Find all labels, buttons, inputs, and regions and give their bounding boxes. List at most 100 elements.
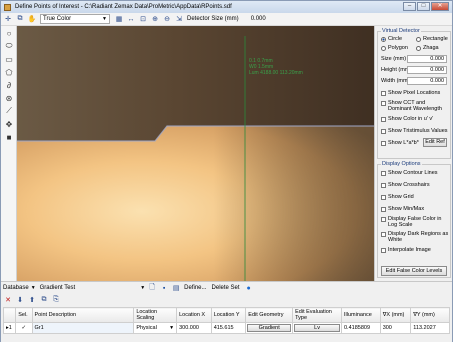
edit-ref-button[interactable]: Edit Ref [423,138,447,147]
fit-width-icon[interactable]: ↔ [126,14,136,24]
close-button[interactable]: ✕ [431,2,449,11]
col-point-description[interactable]: Point Description [31,307,135,323]
height-input[interactable]: 0.000 [407,66,447,74]
color-mode-select[interactable]: True Color ▼ [40,14,110,24]
row-description-cell[interactable]: Gr1 [31,322,135,334]
gradient-button[interactable]: Gradient [247,324,292,332]
shape-zhaga-option[interactable]: Zhaga [416,45,439,51]
line-icon[interactable]: ⟋ [3,105,15,117]
paste-row-icon[interactable]: ⎘ [51,295,61,305]
test-chevron-icon[interactable]: ▼ [140,285,145,291]
show-cct-checkbox[interactable] [381,101,386,106]
show-pixel-locations-checkbox[interactable] [381,90,386,96]
move-down-icon[interactable]: ⬇ [15,295,25,305]
row-scaling-select[interactable]: Physical ▼ [133,322,178,334]
show-min-max-checkbox[interactable] [381,206,386,212]
move-up-icon[interactable]: ⬆ [27,295,37,305]
lv-button[interactable]: Lv [294,324,340,332]
crosshair-icon[interactable]: ✛ [3,14,13,24]
interpolate-image-option[interactable]: Interpolate Image [381,247,431,253]
col-location-x[interactable]: Location X [176,307,212,323]
col-illuminance[interactable]: Illuminance [341,307,381,323]
database-chevron-icon[interactable]: ▼ [31,285,36,291]
add-polygon-icon[interactable]: ⬠ [3,66,15,78]
show-grid-checkbox[interactable] [381,194,386,200]
col-edit-geometry[interactable]: Edit Geometry [245,307,294,323]
show-lab-option[interactable]: Show L*a*b* [381,140,419,146]
radio-circle[interactable] [381,36,386,42]
app-window: Define Points of Interest - C:\Radiant Z… [0,0,453,342]
row-grad-y: 113.2027 [410,322,450,334]
shape-circle-option[interactable]: Circle [381,36,402,42]
freehand-icon[interactable]: ∂ [3,79,15,91]
delete-set-button[interactable]: Delete Set [212,285,240,291]
show-color-uv-option[interactable]: Show Color in u' v' [381,116,433,122]
col-location-y[interactable]: Location Y [210,307,247,323]
show-tristimulus-option[interactable]: Show Tristimulus Values [381,128,448,134]
target-icon[interactable]: ⊛ [3,92,15,104]
row-location-x[interactable]: 300.000 [176,322,212,334]
col-grad-x[interactable]: ∇X (mm) [379,307,412,323]
show-lab-checkbox[interactable] [381,140,386,146]
help-icon[interactable]: ● [244,283,254,293]
show-grid-option[interactable]: Show Grid [381,194,414,200]
fill-icon[interactable]: ■ [3,131,15,143]
shape-polygon-option[interactable]: Polygon [381,45,408,51]
dark-regions-white-checkbox[interactable] [381,232,386,237]
add-circle-icon[interactable]: ○ [3,27,15,39]
show-crosshairs-option[interactable]: Show Crosshairs [381,182,430,188]
zoom-in-icon[interactable]: ⊕ [150,14,160,24]
row-location-y[interactable]: 415.615 [210,322,247,334]
grid-toggle-icon[interactable]: ▦ [114,14,124,24]
edit-false-color-levels-button[interactable]: Edit False Color Levels [381,266,447,276]
add-ellipse-icon[interactable]: ⬭ [3,40,15,52]
shape-rectangle-option[interactable]: Rectangle [416,36,448,42]
width-input[interactable]: 0.000 [407,77,447,85]
move-icon[interactable]: ✥ [3,118,15,130]
size-input[interactable]: 0.000 [407,55,447,63]
col-edit-evaluation-type[interactable]: Edit Evaluation Type [292,307,342,323]
save-as-icon[interactable]: ▤ [171,283,181,293]
copy-icon[interactable]: ⧉ [15,14,25,24]
detector-size-icon[interactable]: ⇲ [174,14,184,24]
show-contour-lines-checkbox[interactable] [381,170,386,176]
copy-row-icon[interactable]: ⧉ [39,295,49,305]
image-viewer[interactable]: 0.1 0.7mm W0 1.5mm Lum 4188.00 113.20mm [17,26,374,281]
window-title: Define Points of Interest - C:\Radiant Z… [15,4,232,10]
app-icon [4,3,11,11]
show-cct-option[interactable]: Show CCT and Dominant Wavelength [381,100,449,112]
false-color-log-option[interactable]: Display False Color in Log Scale [381,216,449,228]
radio-rectangle[interactable] [416,36,421,42]
show-min-max-option[interactable]: Show Min/Max [381,206,424,212]
col-sel[interactable]: Sel. [15,307,33,323]
show-crosshairs-checkbox[interactable] [381,182,386,188]
show-tristimulus-checkbox[interactable] [381,128,386,134]
new-file-icon[interactable]: 🗋 [147,283,157,293]
add-rectangle-icon[interactable]: ▭ [3,53,15,65]
delete-row-icon[interactable]: ✕ [3,295,13,305]
false-color-log-checkbox[interactable] [381,217,386,222]
detector-size-value: 0.000 [250,16,266,22]
interpolate-image-checkbox[interactable] [381,247,386,253]
col-grad-y[interactable]: ∇Y (mm) [410,307,450,323]
size-label: Size (mm) [381,56,407,62]
dark-regions-white-option[interactable]: Display Dark Regions as White [381,231,449,243]
hand-pan-icon[interactable]: ✋ [27,14,37,24]
radio-polygon[interactable] [381,45,386,51]
minimize-button[interactable]: – [403,2,416,11]
options-panel: Virtual Detector Circle Rectangle Polygo… [374,26,452,281]
show-color-uv-checkbox[interactable] [381,116,386,122]
table-row[interactable]: ▸1 ✓ Gr1 Physical ▼ 300.000 415.615 Gradi… [2,322,450,334]
table-header-row: Sel. Point Description Location Scaling … [2,307,450,323]
fit-all-icon[interactable]: ⊡ [138,14,148,24]
chevron-down-icon: ▼ [102,16,107,22]
save-icon[interactable]: ▪ [159,283,169,293]
zoom-out-icon[interactable]: ⊖ [162,14,172,24]
define-button[interactable]: Define... [184,285,206,291]
show-pixel-locations-option[interactable]: Show Pixel Locations [381,90,440,96]
show-contour-lines-option[interactable]: Show Contour Lines [381,170,438,176]
col-location-scaling[interactable]: Location Scaling [133,307,178,323]
row-sel-checkbox[interactable]: ✓ [15,322,33,334]
radio-zhaga[interactable] [416,45,421,51]
maximize-button[interactable]: □ [417,2,430,11]
